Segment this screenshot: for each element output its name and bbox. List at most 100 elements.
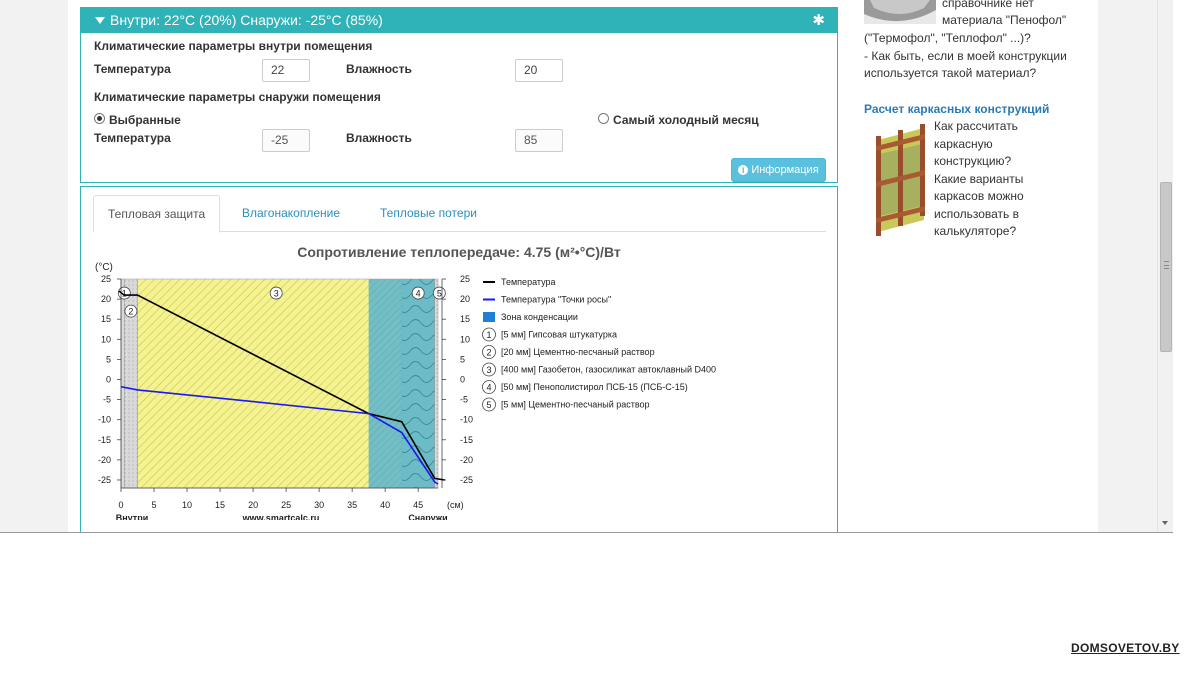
y-tick-label-right: -5 — [460, 395, 468, 405]
frame-text-1: Как рассчитать — [934, 119, 1018, 133]
site-label: www.smartcalc.ru — [242, 513, 320, 520]
vertical-scrollbar[interactable] — [1157, 0, 1173, 532]
information-button-label: Информация — [751, 164, 819, 176]
information-button[interactable]: i Информация — [731, 158, 826, 182]
foil-insulation-image[interactable] — [864, 0, 936, 24]
x-tick-label: 15 — [215, 500, 225, 510]
result-tabs: Тепловая защита Влагонакопление Тепловые… — [93, 195, 826, 233]
y-tick-label: -5 — [103, 395, 111, 405]
outside-humidity-input[interactable]: 85 — [515, 129, 563, 152]
frame-text-3: конструкцию? — [934, 154, 1012, 168]
tab-moisture-accumulation[interactable]: Влагонакопление — [228, 195, 354, 232]
legend-box-swatch — [483, 312, 495, 322]
collapse-triangle-icon — [95, 17, 105, 24]
temperature-chart: 123 4 5 25 2520 2015 1510 105 50 0-5 -5-10 -10-15-… — [95, 262, 716, 520]
sidebar-text-3: ("Термофол", "Теплофол" ...)? — [864, 31, 1031, 45]
layer-number-label: 5 — [437, 289, 442, 299]
radio-coldest-month-label[interactable]: Самый холодный месяц — [613, 113, 759, 127]
outside-humidity-label: Влажность — [346, 131, 412, 145]
y-tick-label-right: 0 — [460, 374, 465, 384]
inside-params-title: Климатические параметры внутри помещения — [94, 39, 373, 53]
y-tick-label: -20 — [98, 455, 111, 465]
frame-text-6: использовать в — [934, 207, 1020, 221]
outside-temperature-label: Температура — [94, 131, 171, 145]
legend-label: [400 мм] Газобетон, газосиликат автоклав… — [501, 365, 716, 375]
info-icon: i — [738, 165, 749, 175]
frame-text-7: калькуляторе? — [934, 224, 1017, 238]
x-tick-label: 40 — [380, 500, 390, 510]
legend-label: [50 мм] Пенополистирол ПСБ-15 (ПСБ-С-15) — [501, 382, 688, 392]
frame-text-4: Какие варианты — [934, 172, 1024, 186]
x-tick-label: 5 — [152, 500, 157, 510]
tab-heat-loss[interactable]: Тепловые потери — [366, 195, 491, 232]
inside-humidity-input[interactable]: 20 — [515, 59, 563, 82]
legend-label: Температура — [501, 277, 556, 287]
inside-temperature-label: Температура — [94, 62, 171, 76]
legend-label: [5 мм] Цементно-песчаный раствор — [501, 400, 650, 410]
x-tick-label: 10 — [182, 500, 192, 510]
outside-temperature-input[interactable]: -25 — [262, 129, 310, 152]
legend-label: [20 мм] Цементно-песчаный раствор — [501, 347, 655, 357]
y-tick-label-right: 10 — [460, 334, 470, 344]
y-tick-label: 0 — [106, 374, 111, 384]
scrollbar-grip-icon — [1164, 261, 1169, 269]
y-tick-label: 20 — [101, 294, 111, 304]
scrollbar-thumb[interactable] — [1160, 182, 1172, 352]
x-tick-label: 30 — [314, 500, 324, 510]
frame-text-5: каркасов можно — [934, 189, 1024, 203]
frame-text-2: каркасную — [934, 137, 993, 151]
sidebar-text-2: материала "Пенофол" — [942, 13, 1067, 27]
wall-layer-3 — [137, 278, 402, 489]
radio-coldest-month[interactable] — [598, 113, 609, 124]
y-tick-label-right: -25 — [460, 475, 473, 485]
heat-resistance-title: Сопротивление теплопередаче: 4.75 (м²•°С… — [297, 244, 621, 260]
inside-humidity-label: Влажность — [346, 62, 412, 76]
radio-selected-label[interactable]: Выбранные — [109, 113, 181, 127]
y-tick-label: -10 — [98, 415, 111, 425]
y-tick-label: 15 — [101, 314, 111, 324]
legend-number: 1 — [486, 330, 491, 340]
sidebar-text-5: используется такой материал? — [864, 66, 1037, 80]
condensation-zone — [368, 279, 402, 488]
chart-legend: Температура Температура "Точки росы" Зона … — [482, 277, 716, 412]
sidebar: справочнике нет материала "Пенофол" ("Те… — [855, 0, 1095, 532]
sidebar-text-4: - Как быть, если в моей конструкции — [864, 49, 1067, 63]
legend-label: [5 мм] Гипсовая штукатурка — [501, 330, 617, 340]
x-tick-label: 35 — [347, 500, 357, 510]
layer-number-label: 4 — [416, 289, 421, 299]
inside-temperature-input[interactable]: 22 — [262, 59, 310, 82]
legend-number: 5 — [486, 400, 491, 410]
y-tick-label-right: -20 — [460, 455, 473, 465]
x-tick-label: 25 — [281, 500, 291, 510]
layer-number-label: 2 — [128, 307, 133, 317]
frame-structure-image[interactable] — [868, 124, 930, 236]
settings-star-icon[interactable]: ✱ — [812, 8, 825, 33]
outside-params-title: Климатические параметры снаружи помещени… — [94, 90, 381, 104]
radio-selected[interactable] — [94, 113, 105, 124]
y-axis-label: (°С) — [95, 262, 113, 273]
y-tick-label: 5 — [106, 354, 111, 364]
y-tick-label-right: 5 — [460, 354, 465, 364]
frame-structures-link[interactable]: Расчет каркасных конструкций — [864, 102, 1049, 116]
tab-thermal-protection[interactable]: Тепловая защита — [93, 195, 221, 233]
browser-viewport: Внутри: 22°C (20%) Снаружи: -25°C (85%) … — [0, 0, 1173, 533]
scroll-down-arrow-icon[interactable] — [1162, 521, 1168, 525]
y-tick-label-right: -10 — [460, 415, 473, 425]
wall-layer-5 — [434, 278, 439, 489]
y-tick-label-right: -15 — [460, 435, 473, 445]
legend-label: Зона конденсации — [501, 312, 578, 322]
climate-panel: Внутри: 22°C (20%) Снаружи: -25°C (85%) … — [80, 7, 838, 183]
outside-label: Снаружи — [408, 513, 447, 520]
y-tick-label: -15 — [98, 435, 111, 445]
y-tick-label: 25 — [101, 274, 111, 284]
x-tick-label: 20 — [248, 500, 258, 510]
sidebar-text-1: справочнике нет — [942, 0, 1034, 10]
y-tick-label: -25 — [98, 475, 111, 485]
legend-number: 2 — [486, 348, 491, 358]
climate-panel-header[interactable]: Внутри: 22°C (20%) Снаружи: -25°C (85%) … — [81, 8, 837, 33]
legend-number: 4 — [486, 383, 491, 393]
x-tick-label: 45 — [413, 500, 423, 510]
layer-number-label: 3 — [274, 289, 279, 299]
watermark: DOMSOVETOV.BY — [1071, 641, 1180, 655]
y-tick-label: 10 — [101, 334, 111, 344]
